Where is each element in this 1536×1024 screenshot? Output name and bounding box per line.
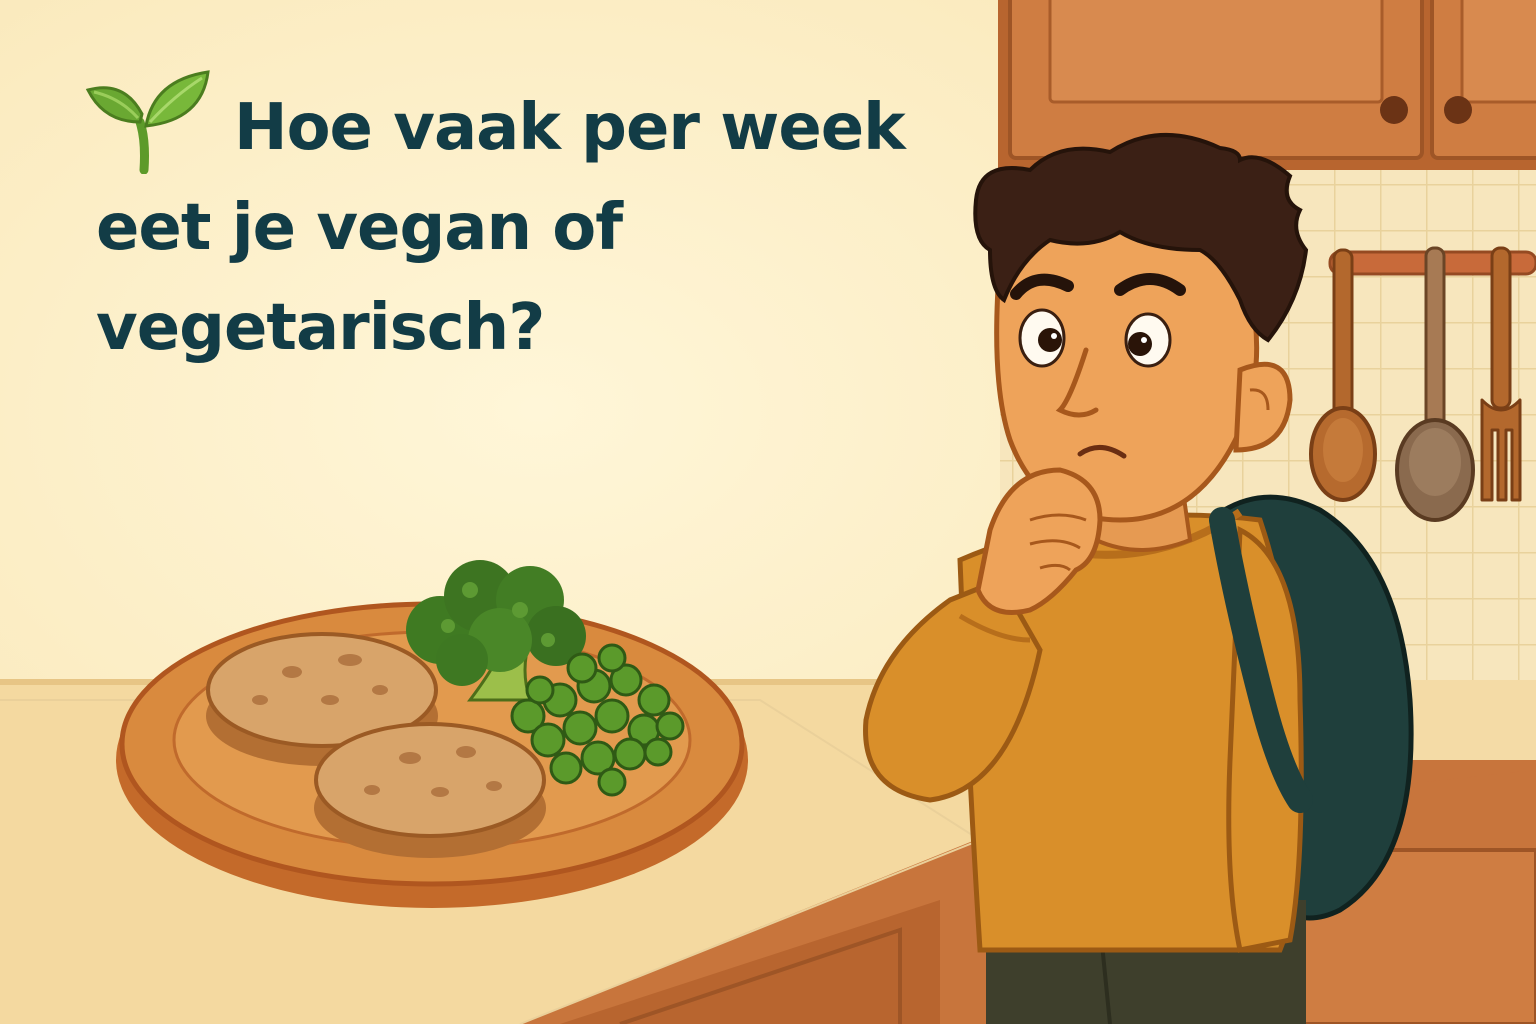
- cabinet-knob: [1444, 96, 1472, 124]
- page-title: Hoe vaak per week eet je vegan of vegeta…: [96, 78, 1016, 378]
- headline-line-3: vegetarisch?: [96, 291, 545, 365]
- headline-line-2: eet je vegan of: [96, 191, 623, 265]
- cabinet-knob: [1380, 96, 1408, 124]
- upper-cabinets: [998, 0, 1536, 170]
- veggie-patty: [314, 722, 546, 858]
- headline-line-1: Hoe vaak per week: [234, 91, 906, 165]
